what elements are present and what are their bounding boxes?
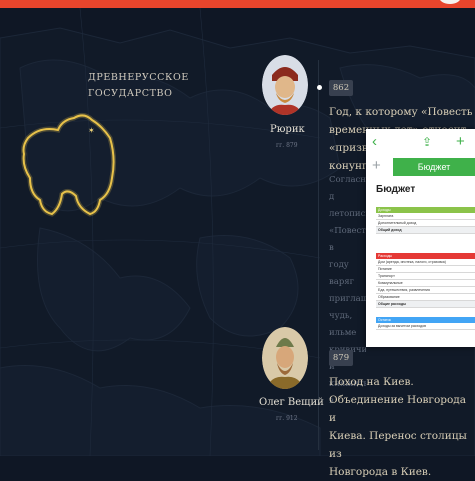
timeline-dot xyxy=(317,85,322,90)
add-sheet-icon[interactable]: + xyxy=(372,157,381,174)
event-text-879: Поход на Киев. Объединение Новгорода и К… xyxy=(329,373,475,481)
chevron-left-icon[interactable]: ‹ xyxy=(372,133,377,150)
map-title: ДРЕВНЕРУССКОЕ ГОСУДАРСТВО xyxy=(88,70,188,102)
map-title-line2: ГОСУДАРСТВО xyxy=(88,88,173,99)
year-badge-879[interactable]: 879 xyxy=(329,350,353,366)
desc-line: году варяг xyxy=(329,260,355,287)
portrait-rurik[interactable] xyxy=(262,55,308,115)
tab-budget[interactable]: Бюджет xyxy=(393,158,475,176)
event-line: Киева. Перенос столицы из xyxy=(329,430,467,460)
capital-star: ✶ xyxy=(88,126,95,135)
document-title: Бюджет xyxy=(376,184,416,195)
event-line: Год, к которому «Повесть xyxy=(329,106,473,118)
share-icon[interactable]: ⇪ xyxy=(422,135,432,149)
balance-table: Остаток Доходы за вычетом расходов xyxy=(376,317,475,330)
table-row[interactable]: Еда, путешествия, развлечения xyxy=(376,287,475,294)
app-logo xyxy=(439,0,461,4)
plus-icon[interactable]: + xyxy=(456,133,465,150)
budget-app-overlay: ‹ ⇪ + + Бюджет Бюджет Доходы Зарплата До… xyxy=(366,129,475,347)
desc-line: чудь, ильме xyxy=(329,311,357,338)
table-row[interactable]: Питание xyxy=(376,266,475,273)
table-row[interactable]: Коммунальные xyxy=(376,280,475,287)
desc-line: Согласно д xyxy=(329,175,366,202)
year-badge-862[interactable]: 862 xyxy=(329,80,353,96)
portrait-oleg[interactable] xyxy=(262,327,308,389)
table-total-row[interactable]: Общие расходы xyxy=(376,301,475,308)
phone-tab-bar: + Бюджет xyxy=(366,157,475,177)
table-row[interactable]: Образование xyxy=(376,294,475,301)
table-total-row[interactable]: Общий доход xyxy=(376,227,475,234)
desc-line: летописном xyxy=(329,209,366,219)
expenses-table: Расходы Дом (аренда, ипотека, налоги, ст… xyxy=(376,253,475,308)
map-title-line1: ДРЕВНЕРУССКОЕ xyxy=(88,72,189,83)
ruler-name-rurik: Рюрик xyxy=(270,124,305,135)
desc-line: приглашен xyxy=(329,294,366,304)
ruler-years-rurik: гг. 879 xyxy=(276,142,298,149)
event-line: Поход на Киев. xyxy=(329,376,414,388)
top-banner xyxy=(0,0,475,8)
desc-line: «Повести в xyxy=(329,226,366,253)
timeline-line xyxy=(318,60,319,450)
table-row[interactable]: Зарплата xyxy=(376,213,475,220)
event-line: Новгорода в Киев. xyxy=(329,466,432,478)
ruler-name-oleg: Олег Вещий xyxy=(259,397,324,408)
income-table: Доходы Зарплата Дополнительный доход Общ… xyxy=(376,207,475,234)
event-line: Объединение Новгорода и xyxy=(329,394,467,424)
phone-nav-bar: ‹ ⇪ + xyxy=(366,129,475,157)
table-row[interactable]: Дом (аренда, ипотека, налоги, страховка) xyxy=(376,259,475,266)
table-row[interactable]: Доходы за вычетом расходов xyxy=(376,323,475,330)
table-row[interactable]: Транспорт xyxy=(376,273,475,280)
ruler-years-oleg: гг. 912 xyxy=(276,415,298,422)
table-row[interactable]: Дополнительный доход xyxy=(376,220,475,227)
